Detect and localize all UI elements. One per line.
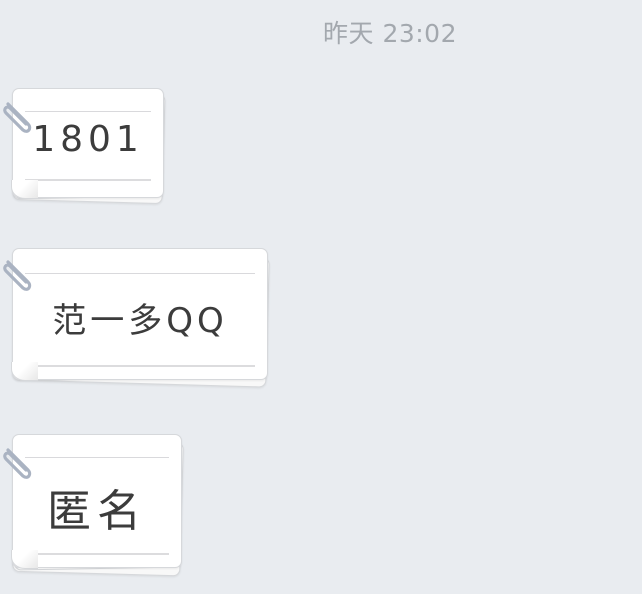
note-sheet: 范一多QQ [11, 248, 268, 381]
page-curl [11, 362, 38, 381]
note-rule-top [25, 457, 169, 458]
message-bubble-2[interactable]: 范一多QQ [3, 248, 272, 388]
paperclip-icon [3, 260, 32, 291]
paperclip-icon [3, 102, 32, 133]
page-curl [11, 180, 38, 199]
page-curl [11, 550, 38, 569]
note-rule-bottom [25, 179, 151, 181]
note-rule-top [25, 273, 255, 274]
note-rule-top [25, 111, 151, 112]
paperclip-icon [3, 448, 32, 479]
chat-timestamp: 昨天 23:02 [323, 19, 457, 48]
note-rule-bottom [25, 553, 169, 555]
message-bubble-3[interactable]: 匿名 [3, 434, 188, 577]
note-rule-bottom [25, 365, 255, 367]
message-text: 范一多QQ [52, 301, 228, 341]
message-bubble-1[interactable]: 1801 [3, 88, 168, 205]
message-text: 匿名 [47, 486, 147, 537]
